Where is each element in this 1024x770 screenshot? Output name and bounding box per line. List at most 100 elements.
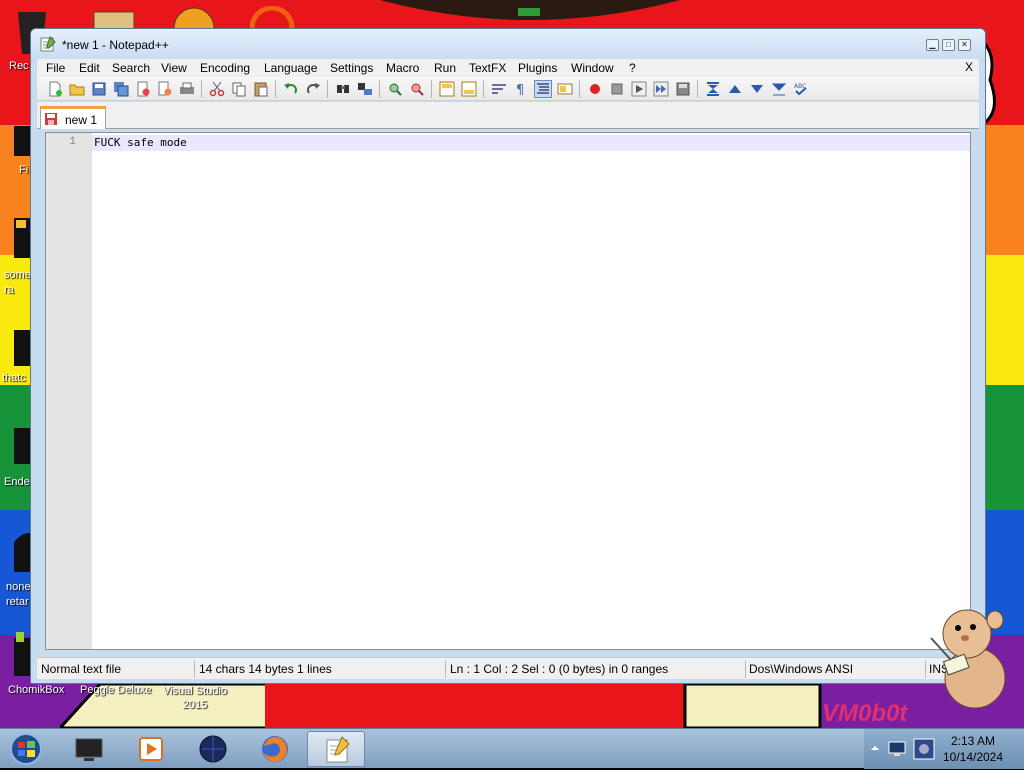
stop-macro-icon[interactable] xyxy=(609,81,625,97)
volume-settings-icon[interactable] xyxy=(912,737,936,761)
tab-label: new 1 xyxy=(65,113,98,127)
menu-view[interactable]: View xyxy=(161,61,187,75)
media-player-icon xyxy=(139,737,163,761)
menu-bar: File Edit Search View Encoding Language … xyxy=(37,59,979,77)
user-language-icon[interactable] xyxy=(557,81,573,97)
menu-textfx[interactable]: TextFX xyxy=(469,61,506,75)
monitor-icon xyxy=(75,738,103,761)
word-wrap-icon[interactable] xyxy=(491,81,507,97)
menu-settings[interactable]: Settings xyxy=(330,61,373,75)
status-eol-encoding: Dos\Windows ANSI xyxy=(749,662,854,676)
desktop-icon-label: Visual Studio 2015 xyxy=(162,685,227,711)
toolbar-separator xyxy=(697,80,698,98)
close-file-icon[interactable] xyxy=(135,81,151,97)
editor-line[interactable]: FUCK safe mode xyxy=(94,136,187,149)
save-all-icon[interactable] xyxy=(113,81,129,97)
tab-new-1[interactable]: new 1 xyxy=(40,106,106,129)
unsaved-file-icon xyxy=(45,113,57,125)
menu-edit[interactable]: Edit xyxy=(79,61,100,75)
hamster-mascot-image xyxy=(930,609,1006,709)
menu-encoding[interactable]: Encoding xyxy=(200,61,250,75)
open-file-icon[interactable] xyxy=(69,81,85,97)
menu-plugins[interactable]: Plugins xyxy=(518,61,557,75)
desktop-icon-label: Rec xyxy=(9,60,29,72)
current-line-highlight xyxy=(92,135,970,151)
status-separator xyxy=(445,660,446,678)
toolbar-separator xyxy=(201,80,202,98)
close-all-icon[interactable] xyxy=(157,81,173,97)
menu-help[interactable]: ? xyxy=(629,61,636,75)
document-close-button[interactable]: X xyxy=(965,60,973,74)
move-down-icon[interactable] xyxy=(749,81,765,97)
toolbar-separator xyxy=(275,80,276,98)
firefox-icon xyxy=(262,736,288,762)
paste-icon[interactable] xyxy=(253,81,269,97)
menu-run[interactable]: Run xyxy=(434,61,456,75)
notepad-app-icon xyxy=(40,36,56,52)
desktop-icon-label: Ende xyxy=(4,476,30,488)
menu-macro[interactable]: Macro xyxy=(386,61,419,75)
unfold-all-icon[interactable] xyxy=(771,81,787,97)
redo-icon[interactable] xyxy=(305,81,321,97)
minimize-button[interactable]: ▁ xyxy=(926,39,939,51)
menu-language[interactable]: Language xyxy=(264,61,317,75)
fold-all-icon[interactable] xyxy=(705,81,721,97)
record-macro-icon[interactable] xyxy=(587,81,603,97)
maximize-button[interactable]: □ xyxy=(942,39,955,51)
cut-icon[interactable] xyxy=(209,81,225,97)
copy-icon[interactable] xyxy=(231,81,247,97)
tray-expand-arrow-icon[interactable] xyxy=(870,743,880,753)
taskbar-media-player-button[interactable] xyxy=(122,731,180,767)
new-file-icon[interactable] xyxy=(47,81,63,97)
clock-time: 2:13 AM xyxy=(950,734,996,748)
zoom-out-icon[interactable] xyxy=(409,81,425,97)
title-bar[interactable]: *new 1 - Notepad++ ▁ □ ✕ xyxy=(31,29,985,59)
status-position: Ln : 1 Col : 2 Sel : 0 (0 bytes) in 0 ra… xyxy=(450,662,669,676)
toolbar-separator xyxy=(327,80,328,98)
menu-window[interactable]: Window xyxy=(571,61,614,75)
play-macro-icon[interactable] xyxy=(631,81,647,97)
toolbar: ¶ ABC xyxy=(37,77,979,101)
status-separator xyxy=(745,660,746,678)
move-up-icon[interactable] xyxy=(727,81,743,97)
sync-vertical-icon[interactable] xyxy=(439,81,455,97)
status-file-type: Normal text file xyxy=(41,662,122,676)
find-icon[interactable] xyxy=(335,81,351,97)
desktop-icon-label: Peggle Deluxe xyxy=(80,684,152,696)
zoom-in-icon[interactable] xyxy=(387,81,403,97)
desktop-icon-label: Fi xyxy=(19,164,29,176)
desktop-icon-label: thatc xyxy=(2,372,26,384)
sync-horizontal-icon[interactable] xyxy=(461,81,477,97)
print-icon[interactable] xyxy=(179,81,195,97)
network-icon[interactable] xyxy=(888,741,906,757)
save-icon[interactable] xyxy=(91,81,107,97)
notepadpp-window: *new 1 - Notepad++ ▁ □ ✕ File Edit Searc… xyxy=(30,28,986,684)
status-separator xyxy=(194,660,195,678)
toolbar-separator xyxy=(483,80,484,98)
taskbar: 2:13 AM 10/14/2024 xyxy=(0,728,1024,769)
status-bar: Normal text file 14 chars 14 bytes 1 lin… xyxy=(37,657,979,679)
spell-check-icon[interactable]: ABC xyxy=(793,81,809,97)
menu-file[interactable]: File xyxy=(46,61,65,75)
notepad-app-icon xyxy=(326,736,350,763)
toolbar-separator xyxy=(579,80,580,98)
taskbar-clock[interactable]: 2:13 AM 10/14/2024 xyxy=(940,733,1006,765)
show-all-chars-icon[interactable]: ¶ xyxy=(513,81,529,97)
toolbar-separator xyxy=(379,80,380,98)
undo-icon[interactable] xyxy=(283,81,299,97)
taskbar-globe-button[interactable] xyxy=(184,731,242,767)
close-button[interactable]: ✕ xyxy=(958,39,971,51)
taskbar-notepadpp-button[interactable] xyxy=(307,731,365,767)
replace-icon[interactable] xyxy=(357,81,373,97)
taskbar-firefox-button[interactable] xyxy=(246,731,304,767)
cartoon-head-shape xyxy=(380,0,680,20)
indent-guide-icon[interactable] xyxy=(534,80,552,98)
save-macro-icon[interactable] xyxy=(675,81,691,97)
globe-icon xyxy=(199,735,227,763)
line-number: 1 xyxy=(69,136,76,148)
text-editor[interactable]: 1 FUCK safe mode xyxy=(45,132,971,650)
run-macro-multiple-icon[interactable] xyxy=(653,81,669,97)
start-button[interactable] xyxy=(4,731,48,767)
menu-search[interactable]: Search xyxy=(112,61,150,75)
taskbar-terminal-button[interactable] xyxy=(60,731,118,767)
